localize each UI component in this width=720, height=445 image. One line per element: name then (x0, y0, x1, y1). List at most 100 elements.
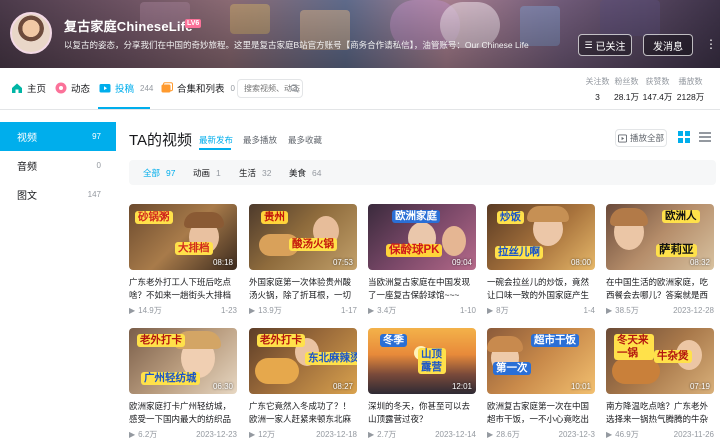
thumbnail-caption: 大排档 (175, 242, 213, 255)
video-card[interactable]: 老外打卡 广州轻纺城 06:30 欧洲家庭打卡广州轻纺城，感受一下国内最大的纺织… (129, 328, 237, 440)
video-title[interactable]: 当欧洲复古家庭在中国发现了一座复古保龄球馆~~~ (368, 276, 476, 302)
level-badge: LV6 (185, 19, 202, 28)
publish-date: 2023-12-18 (316, 430, 357, 439)
play-count: 46.9万 (615, 430, 639, 439)
video-card[interactable]: 老外打卡 东北麻辣烫 08:27 广东它竟然入冬成功了？！欧洲一家人赶紧来顿东北… (249, 328, 357, 440)
sort-most-favorited[interactable]: 最多收藏 (288, 134, 322, 146)
stat-following[interactable]: 关注数 3 (583, 76, 612, 103)
thumbnail-caption: 老外打卡 (257, 334, 305, 347)
video-thumbnail[interactable]: 欧洲家庭 保龄球PK 09:04 (368, 204, 476, 270)
video-thumbnail[interactable]: 贵州 酸汤火锅 07:53 (249, 204, 357, 270)
video-title[interactable]: 欧洲家庭打卡广州轻纺城，感受一下国内最大的纺织品批发 (129, 400, 237, 426)
play-count-icon: ▶ (249, 306, 256, 315)
tab-posts[interactable]: 投稿 244 (99, 81, 153, 95)
video-duration: 12:01 (451, 382, 472, 391)
video-title[interactable]: 外国家庭第一次体验贵州酸汤火锅，除了折耳根，一切都很 (249, 276, 357, 302)
play-count-icon: ▶ (368, 430, 375, 439)
sidebar-item-article[interactable]: 图文 147 (0, 180, 116, 209)
publish-date: 2023-11-26 (673, 430, 714, 439)
section-title: TA的视频 (129, 132, 193, 149)
video-title[interactable]: 南方降温吃点啥？广东老外选择来一锅热气腾腾的牛杂煲！ (606, 400, 714, 426)
publish-date: 1-17 (340, 306, 357, 315)
video-title[interactable]: 广东老外打工人下班后吃点啥？不如来一趟街头大排档砂 (129, 276, 237, 302)
more-icon[interactable]: ⋮ (704, 36, 718, 54)
play-count: 8万 (496, 306, 509, 315)
video-title[interactable]: 欧洲复古家庭第一次在中国超市干饭，一不小心竟吃出了游乐场 (487, 400, 595, 426)
sort-underline (199, 148, 231, 150)
video-card[interactable]: 冬季 山顶露营 12:01 深圳的冬天，你甚至可以去山顶露营过夜？ ▶ 2.7万 2… (368, 328, 476, 440)
thumbnail-caption: 第一次 (493, 362, 531, 375)
video-thumbnail[interactable]: 老外打卡 广州轻纺城 06:30 (129, 328, 237, 394)
menu-icon: ☰ (584, 39, 593, 50)
play-count: 14.9万 (138, 306, 162, 315)
video-card[interactable]: 欧洲人 萨莉亚 08:32 在中国生活的欧洲家庭，吃西餐会去哪儿？答案就是西餐厅… (606, 204, 714, 316)
user-signature: 以复古的姿态，分享我们在中国的奇妙旅程。这里是复古家庭B站官方账号【商务合作请私… (64, 40, 529, 50)
play-count: 38.5万 (615, 306, 639, 315)
sort-most-played[interactable]: 最多播放 (243, 134, 277, 146)
tab-home[interactable]: 主页 (11, 81, 46, 95)
thumbnail-caption: 牛杂煲 (654, 350, 692, 363)
list-view-icon[interactable] (699, 131, 711, 143)
thumbnail-caption: 酸汤火锅 (289, 238, 337, 251)
grid-view-icon[interactable] (678, 131, 690, 143)
video-duration: 07:19 (689, 382, 710, 391)
thumbnail-caption: 贵州 (261, 211, 288, 224)
space-nav: 主页 动态 投稿 244 合集和列表 0 关注数 3 粉丝数 28.1万 获赞数 (0, 68, 720, 110)
sidebar-item-video[interactable]: 视频 97 (0, 122, 116, 151)
follow-button[interactable]: ☰ 已关注 (578, 34, 632, 56)
tab-dynamic[interactable]: 动态 (55, 81, 90, 95)
publish-date: 1-10 (459, 306, 476, 315)
video-thumbnail[interactable]: 老外打卡 东北麻辣烫 08:27 (249, 328, 357, 394)
video-duration: 08:18 (212, 258, 233, 267)
publish-date: 2023-12-14 (435, 430, 476, 439)
sort-latest[interactable]: 最新发布 (199, 134, 233, 146)
username[interactable]: 复古家庭ChineseLife (64, 16, 193, 35)
play-all-icon (617, 133, 627, 143)
video-title[interactable]: 一碗会拉丝儿的炒饭，竟然让口味一致的外国家庭产生了分 (487, 276, 595, 302)
play-count-icon: ▶ (487, 430, 494, 439)
video-card[interactable]: 第一次 超市干饭 10:01 欧洲复古家庭第一次在中国超市干饭，一不小心竟吃出了… (487, 328, 595, 440)
video-icon (99, 82, 111, 94)
video-duration: 08:27 (332, 382, 353, 391)
play-count-icon: ▶ (249, 430, 256, 439)
tab-collections[interactable]: 合集和列表 0 (161, 81, 235, 95)
stat-likes: 获赞数 147.4万 (642, 77, 673, 102)
video-duration: 09:04 (451, 258, 472, 267)
thumbnail-caption: 东北麻辣烫 (305, 352, 357, 365)
video-card[interactable]: 冬天来一锅 牛杂煲 07:19 南方降温吃点啥？广东老外选择来一锅热气腾腾的牛杂… (606, 328, 714, 440)
thumbnail-caption: 欧洲家庭 (392, 210, 440, 223)
thumbnail-caption: 欧洲人 (662, 210, 700, 223)
video-title[interactable]: 广东它竟然入冬成功了？！欧洲一家人赶紧来顿东北麻辣烫 (249, 400, 357, 426)
thumbnail-caption: 广州轻纺城 (141, 372, 200, 385)
stat-fans[interactable]: 粉丝数 28.1万 (612, 76, 641, 103)
profile-banner: 复古家庭ChineseLife LV6 以复古的姿态，分享我们在中国的奇妙旅程。… (0, 0, 720, 68)
video-card[interactable]: 贵州 酸汤火锅 07:53 外国家庭第一次体验贵州酸汤火锅，除了折耳根，一切都很… (249, 204, 357, 316)
publish-date: 2023-12-3 (558, 430, 595, 439)
video-title[interactable]: 在中国生活的欧洲家庭，吃西餐会去哪儿？答案就是西餐厅 (606, 276, 714, 302)
play-count: 13.9万 (258, 306, 282, 315)
video-thumbnail[interactable]: 砂锅粥 大排档 08:18 (129, 204, 237, 270)
video-thumbnail[interactable]: 第一次 超市干饭 10:01 (487, 328, 595, 394)
avatar[interactable] (10, 12, 52, 54)
message-button[interactable]: 发消息 (643, 34, 693, 56)
thumbnail-caption: 萨莉亚 (656, 244, 697, 257)
video-card[interactable]: 欧洲家庭 保龄球PK 09:04 当欧洲复古家庭在中国发现了一座复古保龄球馆~~… (368, 204, 476, 316)
video-title[interactable]: 深圳的冬天，你甚至可以去山顶露营过夜？ (368, 400, 476, 426)
filter-life[interactable]: 生活 32 (239, 167, 271, 179)
filter-animation[interactable]: 动画 1 (193, 167, 221, 179)
video-thumbnail[interactable]: 冬天来一锅 牛杂煲 07:19 (606, 328, 714, 394)
video-thumbnail[interactable]: 炒饭 拉丝儿啊 08:00 (487, 204, 595, 270)
filter-food[interactable]: 美食 64 (289, 167, 321, 179)
play-all-button[interactable]: 播放全部 (615, 129, 667, 147)
video-card[interactable]: 砂锅粥 大排档 08:18 广东老外打工人下班后吃点啥？不如来一趟街头大排档砂 … (129, 204, 237, 316)
publish-date: 2023-12-23 (196, 430, 237, 439)
sidebar-item-audio[interactable]: 音频 0 (0, 151, 116, 180)
search-icon[interactable] (290, 84, 299, 93)
video-card[interactable]: 炒饭 拉丝儿啊 08:00 一碗会拉丝儿的炒饭，竟然让口味一致的外国家庭产生了分… (487, 204, 595, 316)
play-count: 6.2万 (138, 430, 158, 439)
collection-icon (161, 82, 173, 94)
video-thumbnail[interactable]: 欧洲人 萨莉亚 08:32 (606, 204, 714, 270)
content-type-sidebar: 视频 97 音频 0 图文 147 (0, 122, 116, 209)
video-thumbnail[interactable]: 冬季 山顶露营 12:01 (368, 328, 476, 394)
filter-all[interactable]: 全部 97 (143, 167, 175, 179)
